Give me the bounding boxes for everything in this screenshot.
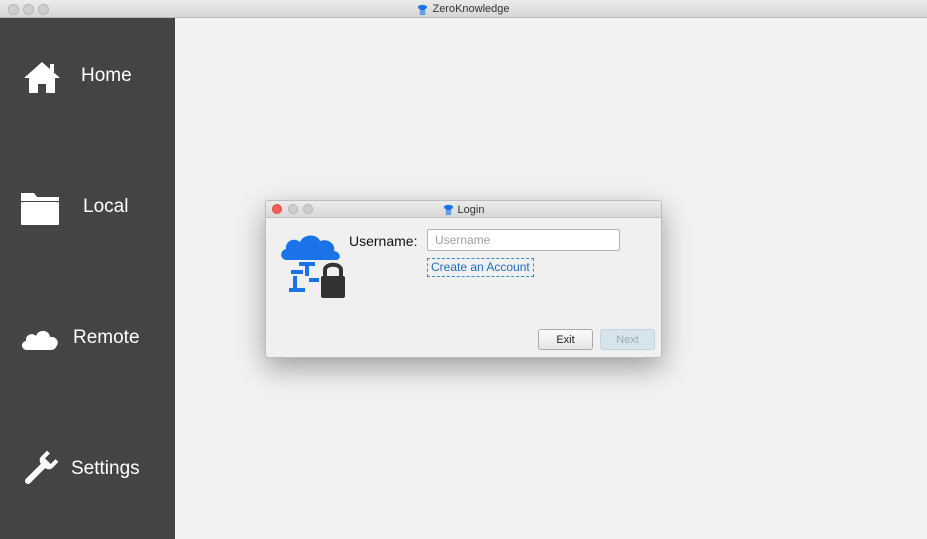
folder-icon (21, 193, 59, 225)
dialog-titlebar[interactable]: Login (266, 201, 661, 218)
app-logo-icon (418, 4, 428, 15)
window-title: ZeroKnowledge (432, 3, 510, 15)
exit-button[interactable]: Exit (538, 329, 593, 350)
next-button[interactable]: Next (600, 329, 655, 350)
cloud-lock-logo-icon (281, 235, 345, 298)
home-icon (24, 62, 60, 93)
sidebar: Home Local Remote Settings (0, 18, 175, 539)
app-logo-icon (443, 204, 453, 215)
sidebar-item-home[interactable]: Home (0, 46, 175, 106)
login-dialog: Login Username: Create an Account Exit N… (265, 200, 662, 358)
sidebar-item-label: Remote (73, 327, 140, 348)
sidebar-item-label: Local (83, 196, 129, 217)
cloud-icon (21, 330, 58, 350)
username-input[interactable] (427, 229, 620, 251)
create-account-link[interactable]: Create an Account (427, 258, 534, 277)
sidebar-item-label: Settings (71, 458, 140, 479)
sidebar-item-local[interactable]: Local (0, 177, 175, 237)
sidebar-item-label: Home (81, 65, 132, 86)
dialog-title: Login (457, 203, 485, 216)
app-window: ZeroKnowledge Home Local Remote Settings… (0, 0, 927, 539)
sidebar-item-remote[interactable]: Remote (0, 308, 175, 368)
wrench-icon (24, 450, 59, 485)
username-label: Username: (349, 233, 418, 249)
window-titlebar[interactable]: ZeroKnowledge (0, 0, 927, 18)
sidebar-item-settings[interactable]: Settings (0, 439, 175, 499)
dialog-title-area: Login (266, 201, 661, 218)
window-title-area: ZeroKnowledge (0, 0, 927, 18)
